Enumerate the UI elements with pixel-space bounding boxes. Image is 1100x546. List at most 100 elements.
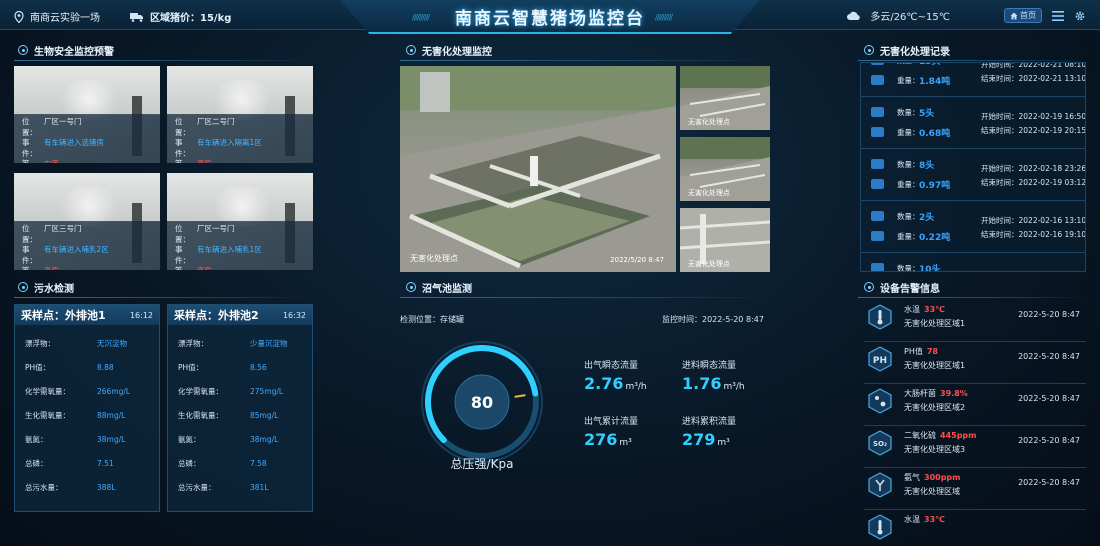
flow-metric: 出气累计流量 276 m³ (584, 414, 638, 449)
panel-marker-icon (864, 282, 874, 292)
pig-icon (871, 211, 884, 221)
camera-feed[interactable]: 位置：厂区一号门事件：有车辆进入哺乳1区等级：高危时间：2022/5/20 (167, 173, 313, 270)
alarm-area: 无害化处理区域1 (904, 361, 966, 370)
camera-position: 厂区一号门 (44, 117, 82, 126)
alarm-date: 2022-5-20 8:47 (1018, 310, 1080, 319)
flow-value: 276 (584, 430, 618, 449)
camera-info: 位置：厂区二号门事件：有车辆进入隔离1区等级：高危时间：2022/5/20 (167, 114, 313, 163)
metric-value: 38mg/L (97, 434, 126, 444)
record-item[interactable]: 数量： 2头 重量： 0.22吨 开始时间：2022-02-16 13:10 结束时间：2… (861, 201, 1086, 253)
record-item[interactable]: 数量：15头重量：1.84吨开始时间：2022-02-21 08:10结束时间：… (861, 62, 1085, 97)
metric-label: 总污水量： (25, 482, 63, 492)
biogas-monitor-time: 监控时间：2022-5-20 8:47 (662, 315, 764, 324)
panel-divider (14, 60, 314, 61)
camera-feed[interactable]: 位置：厂区二号门事件：有车辆进入隔离1区等级：高危时间：2022/5/20 (167, 66, 313, 163)
camera-info: 位置：厂区三号门事件：有车辆进入哺乳2区等级：高危时间：2022/5/20 (14, 221, 160, 270)
sewage-metric-row: PH值： 8.88 (15, 355, 159, 379)
records-list[interactable]: 数量：15头重量：1.84吨开始时间：2022-02-21 08:10结束时间：… (860, 62, 1086, 272)
sample-point-title: 采样点：外排池1 (21, 309, 106, 322)
metric-label: 漂浮物： (178, 338, 208, 348)
home-button[interactable]: 首页 (1004, 8, 1042, 23)
biogas-location: 检测位置：存储罐 (400, 315, 464, 324)
header: ////////// ////////// 南商云智慧猪场监控台 南商云实验一场… (0, 0, 1100, 34)
camera-level: 高危 (197, 159, 212, 163)
record-end: 2022-02-19 03:12 (1018, 178, 1086, 187)
gear-icon[interactable] (1074, 10, 1086, 22)
metric-value: 7.58 (250, 458, 267, 468)
camera-event: 有车辆进入隔离1区 (197, 138, 262, 147)
record-item[interactable]: 数量： 5头 重量： 0.68吨 开始时间：2022-02-19 16:50 结束时间：2… (861, 97, 1085, 149)
weight-icon (871, 75, 884, 85)
alarm-item[interactable]: 氨气 300ppm 无害化处理区域 2022-5-20 8:47 (864, 468, 1086, 510)
pig-icon (871, 263, 884, 271)
weight-icon (871, 179, 884, 189)
alarm-item[interactable]: 水温 33℃ 无害化处理区域1 2022-5-20 8:47 (864, 300, 1086, 342)
camera-position: 厂区三号门 (44, 224, 82, 233)
alarm-item[interactable]: SO₂ 二氧化硫 445ppm 无害化处理区域3 2022-5-20 8:47 (864, 426, 1086, 468)
camera-feed[interactable]: 位置：厂区三号门事件：有车辆进入哺乳2区等级：高危时间：2022/5/20 (14, 173, 160, 270)
alarm-date: 2022-5-20 8:47 (1018, 478, 1080, 487)
camera-feed[interactable]: 位置：厂区一号门事件：有车辆进入选猪房等级：中等时间：2022/5/20 (14, 66, 160, 163)
alarm-value: 445ppm (940, 431, 977, 440)
alarm-value: 300ppm (924, 473, 961, 482)
farm-name[interactable]: 南商云实验一场 (30, 9, 100, 24)
camera-event: 有车辆进入哺乳1区 (197, 245, 262, 254)
svg-text:PH: PH (873, 356, 887, 366)
metric-value: 38mg/L (250, 434, 279, 444)
record-item[interactable]: 数量： 10头 (861, 253, 1085, 271)
harmless-thumb-2[interactable]: 无害化处理点 (680, 137, 770, 201)
camera-info: 位置：厂区一号门事件：有车辆进入选猪房等级：中等时间：2022/5/20 (14, 114, 160, 163)
alarm-item[interactable]: 水温 33℃ (864, 510, 1086, 546)
harmless-thumb-label: 无害化处理点 (688, 189, 730, 197)
panel-title-records: 无害化处理记录 (864, 42, 950, 58)
svg-text:SO₂: SO₂ (873, 440, 887, 448)
alarm-name: 大肠杆菌 (904, 389, 936, 398)
sewage-metric-row: 化学需氧量： 266mg/L (15, 379, 159, 403)
flow-value: 279 (682, 430, 716, 449)
truck-icon (130, 12, 144, 22)
sewage-metric-row: 氨氮： 38mg/L (168, 427, 312, 451)
harmless-main-time: 2022/5/20 8:47 (610, 256, 664, 264)
metric-label: 总磷： (25, 458, 48, 468)
record-item[interactable]: 数量： 8头 重量： 0.97吨 开始时间：2022-02-18 23:26 结束时间：2… (861, 149, 1086, 201)
panel-title-alarms: 设备告警信息 (864, 279, 940, 295)
metric-label: 总污水量： (178, 482, 216, 492)
record-weight: 0.68吨 (919, 129, 951, 139)
home-icon (1010, 12, 1018, 20)
metric-label: 总磷： (178, 458, 201, 468)
sewage-metric-row: 漂浮物： 无沉淀物 (15, 331, 159, 355)
ph-icon: PH (868, 346, 892, 372)
weight-icon (871, 127, 884, 137)
panel-divider (14, 297, 314, 298)
metric-value: 8.88 (97, 362, 114, 372)
flow-metric: 出气瞬态流量 2.76 m³/h (584, 358, 647, 393)
harmless-thumb-1[interactable]: 无害化处理点 (680, 66, 770, 130)
record-count: 15头 (919, 62, 941, 67)
camera-level: 中等 (44, 159, 59, 163)
header-right: 多云/26℃~15℃ 首页 (846, 8, 1086, 23)
alarm-item[interactable]: 大肠杆菌 39.8% 无害化处理区域2 2022-5-20 8:47 (864, 384, 1086, 426)
camera-info: 位置：厂区一号门事件：有车辆进入哺乳1区等级：高危时间：2022/5/20 (167, 221, 313, 270)
record-end: 2022-02-16 19:10 (1018, 230, 1086, 239)
metric-label: 氨氮： (25, 434, 48, 444)
menu-icon[interactable] (1052, 10, 1064, 21)
metric-label: 生化需氧量： (178, 410, 223, 420)
sewage-sample-card: 采样点：外排池2 16:32 漂浮物： 少量沉淀物 PH值： 8.56 化学需氧量： 275m… (167, 304, 313, 512)
alarm-value: 33℃ (924, 515, 945, 524)
flow-label: 进料累积流量 (682, 417, 737, 427)
harmless-thumb-3[interactable]: 无害化处理点 (680, 208, 770, 272)
flow-label: 出气瞬态流量 (584, 361, 639, 371)
panel-title-bio: 生物安全监控预警 (18, 42, 114, 58)
sewage-metric-row: 总污水量： 388L (15, 475, 159, 499)
sewage-metric-row: 氨氮： 38mg/L (15, 427, 159, 451)
alarm-item[interactable]: PH PH值 78 无害化处理区域1 2022-5-20 8:47 (864, 342, 1086, 384)
sewage-metric-row: PH值： 8.56 (168, 355, 312, 379)
metric-value: 381L (250, 482, 269, 492)
panel-divider (858, 297, 1086, 298)
camera-event: 有车辆进入选猪房 (44, 138, 104, 147)
alarm-name: 氨气 (904, 473, 920, 482)
sample-time: 16:12 (129, 310, 153, 320)
flow-value: 1.76 (682, 374, 722, 393)
gauge-needle (514, 394, 526, 398)
harmless-main-video[interactable]: 无害化处理点 2022/5/20 8:47 (400, 66, 676, 272)
